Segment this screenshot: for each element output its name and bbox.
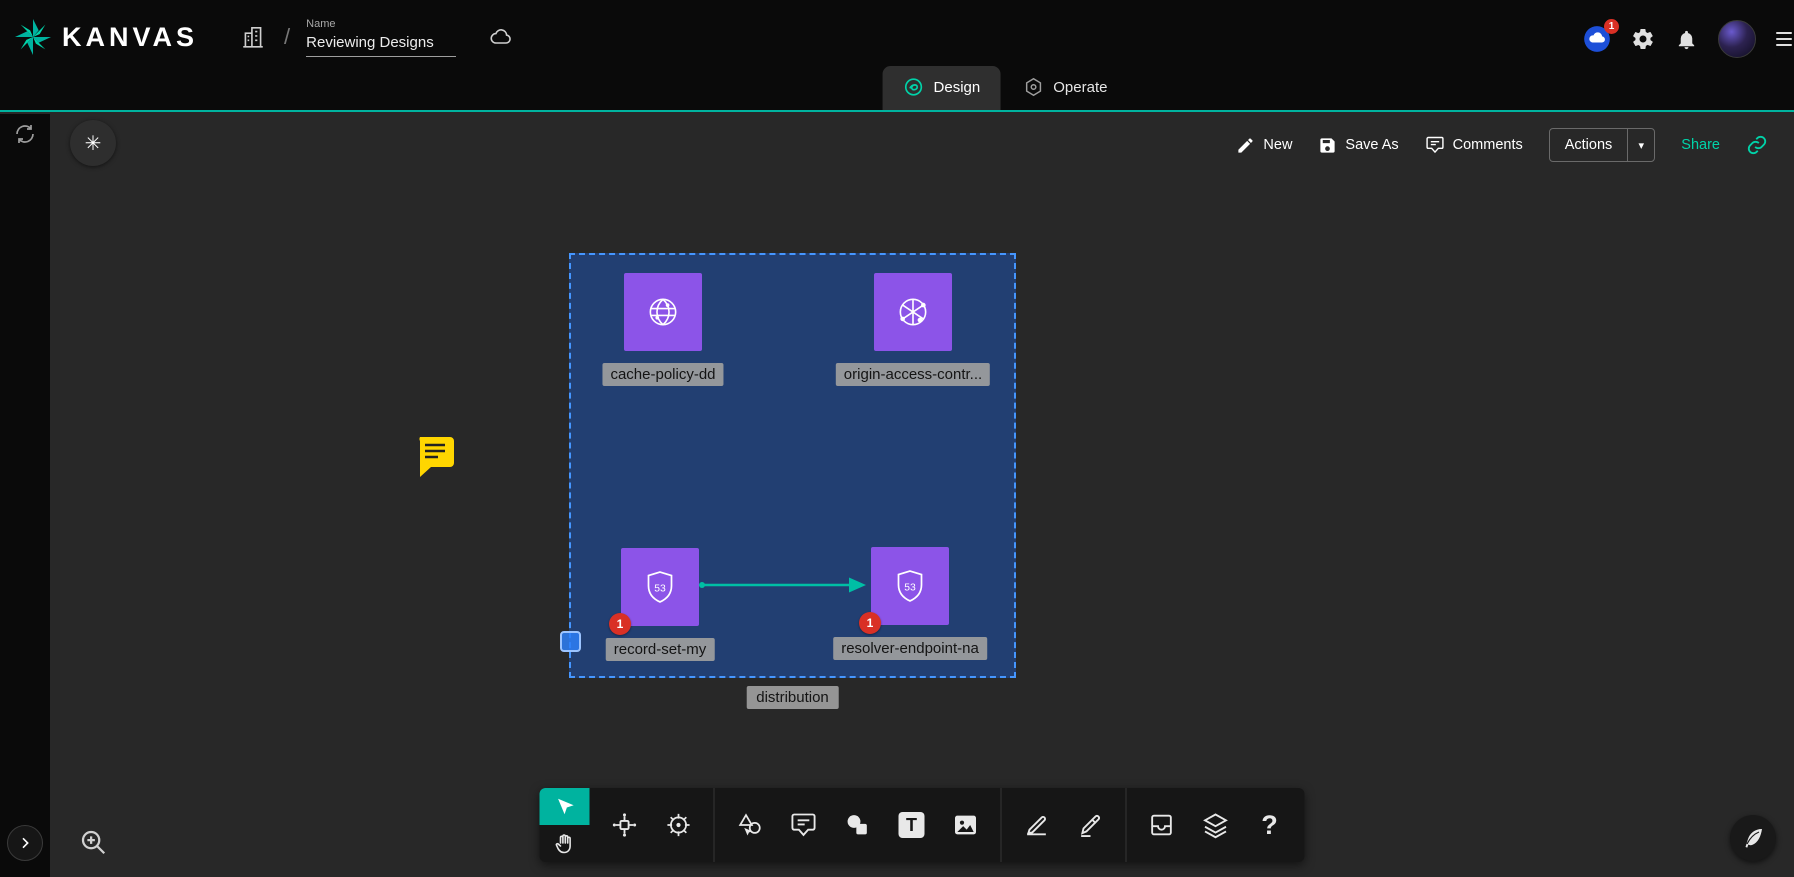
link-icon [1746, 134, 1768, 156]
cursor-arrow-icon [554, 796, 576, 818]
comment-bubble-icon [790, 811, 818, 839]
shapes-icon [844, 811, 872, 839]
copy-link-button[interactable] [1746, 134, 1768, 156]
cloud-account-button[interactable]: 1 [1583, 25, 1611, 53]
drawer-icon [1148, 811, 1176, 839]
pen-edit-icon [1077, 811, 1105, 839]
route53-shield-icon: 53 [871, 547, 949, 625]
chevron-right-icon [17, 835, 33, 851]
actions-dropdown: Actions ▾ [1549, 128, 1656, 162]
expand-sidebar-button[interactable] [7, 825, 43, 861]
comment-tool-button[interactable] [777, 773, 831, 877]
share-button[interactable]: Share [1681, 137, 1720, 153]
zoom-in-icon [78, 827, 108, 857]
shapes-pointer-icon [736, 811, 764, 839]
comments-button[interactable]: Comments [1425, 135, 1523, 155]
group-label-distribution[interactable]: distribution [746, 686, 839, 709]
organization-icon[interactable] [240, 24, 266, 50]
layers-tool-button[interactable] [1189, 773, 1243, 877]
pan-tool-button[interactable] [540, 825, 590, 862]
help-tool-button[interactable]: ? [1243, 773, 1297, 877]
meshsync-icon[interactable] [13, 122, 37, 151]
menu-icon[interactable] [1776, 32, 1792, 46]
text-tool-icon: T [899, 812, 925, 838]
save-icon [1318, 136, 1337, 155]
issue-count-badge[interactable]: 1 [609, 613, 631, 635]
node-label: record-set-my [606, 638, 715, 661]
save-as-button[interactable]: Save As [1318, 136, 1398, 155]
notification-count-badge: 1 [1604, 19, 1619, 34]
svg-text:53: 53 [904, 583, 916, 594]
image-icon [952, 811, 980, 839]
canvas-action-bar: New Save As Comments Actions [1236, 128, 1768, 162]
cloudfront-globe-icon [624, 273, 702, 351]
mode-tabs: Design Operate [883, 66, 1128, 110]
tab-design-label: Design [934, 79, 981, 96]
operate-hexagon-icon [1022, 76, 1044, 98]
layers-icon [1202, 811, 1230, 839]
settings-gear-icon[interactable] [1631, 27, 1655, 51]
zoom-in-button[interactable] [78, 827, 108, 857]
kanvas-app: KANVAS / Name [0, 0, 1794, 877]
kanvas-logo-icon [14, 18, 52, 56]
annotate-tool-button[interactable] [1064, 773, 1118, 877]
hand-icon [553, 832, 577, 856]
pencil-icon [1236, 136, 1255, 155]
actions-button[interactable]: Actions [1550, 129, 1628, 161]
group-port-handle[interactable] [560, 631, 581, 652]
comment-icon [1425, 135, 1445, 155]
cloud-sync-icon[interactable] [486, 25, 516, 49]
node-label: resolver-endpoint-na [833, 637, 987, 660]
notifications-bell-icon[interactable] [1675, 28, 1698, 51]
user-avatar[interactable] [1718, 20, 1756, 58]
image-tool-button[interactable] [939, 773, 993, 877]
caret-down-icon: ▾ [1639, 139, 1645, 152]
design-name-input[interactable] [306, 33, 456, 57]
new-button[interactable]: New [1236, 136, 1292, 155]
whiteboard-pen-button[interactable] [1730, 815, 1776, 861]
tab-operate[interactable]: Operate [1002, 66, 1127, 110]
tab-design[interactable]: Design [883, 66, 1001, 110]
shapes-tool-button[interactable] [831, 773, 885, 877]
help-icon: ? [1261, 810, 1278, 841]
design-canvas[interactable]: ✳ New Save As Comments [50, 114, 1794, 877]
selected-group-distribution[interactable]: cache-policy-dd origin-access-contr... [569, 253, 1016, 678]
app-header: KANVAS / Name [0, 0, 1794, 112]
network-globe-icon [874, 273, 952, 351]
sketch-tool-button[interactable] [1010, 773, 1064, 877]
comment-marker[interactable] [415, 436, 455, 485]
pencil-ruler-icon [1023, 811, 1051, 839]
flower-icon: ✳ [85, 131, 102, 156]
text-tool-button[interactable]: T [885, 773, 939, 877]
select-tool-button[interactable] [540, 788, 590, 825]
svg-text:53: 53 [654, 584, 666, 595]
canvas-menu-button[interactable]: ✳ [70, 120, 116, 166]
node-cache-policy[interactable]: cache-policy-dd [624, 273, 702, 351]
node-label: origin-access-contr... [836, 363, 990, 386]
logo-wordmark: KANVAS [62, 22, 198, 53]
shapes-pointer-tool-button[interactable] [723, 773, 777, 877]
route53-shield-icon: 53 [621, 548, 699, 626]
design-name-field: Name [306, 18, 456, 57]
node-record-set[interactable]: 53 1 record-set-my [621, 548, 699, 626]
design-doodle-icon [903, 76, 925, 98]
actions-caret-button[interactable]: ▾ [1627, 129, 1654, 161]
drawer-tool-button[interactable] [1135, 773, 1189, 877]
node-resolver-endpoint[interactable]: 53 1 resolver-endpoint-na [871, 547, 949, 625]
design-name-label: Name [306, 18, 456, 30]
tool-palette: T [540, 788, 1305, 862]
helm-wheel-icon [665, 811, 693, 839]
feather-icon [1741, 826, 1765, 850]
tab-operate-label: Operate [1053, 79, 1107, 96]
left-sidebar [0, 114, 50, 877]
helm-tool-button[interactable] [652, 773, 706, 877]
issue-count-badge[interactable]: 1 [859, 612, 881, 634]
node-origin-access-control[interactable]: origin-access-contr... [874, 273, 952, 351]
breadcrumb-separator: / [284, 24, 290, 50]
node-label: cache-policy-dd [602, 363, 723, 386]
node-composer-icon [611, 811, 639, 839]
composer-tool-button[interactable] [598, 773, 652, 877]
kanvas-logo[interactable]: KANVAS [14, 18, 198, 56]
